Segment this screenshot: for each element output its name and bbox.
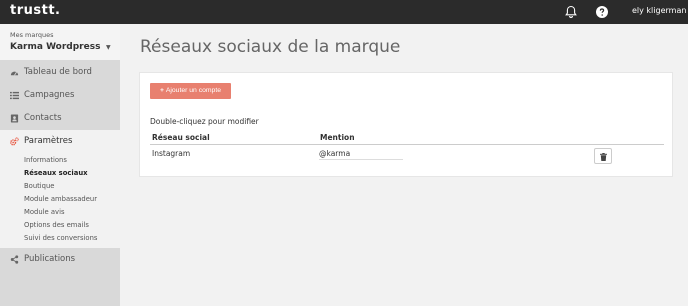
column-header-mention: Mention [320, 133, 355, 142]
user-name: ely kligerman [632, 6, 687, 15]
brand-caption: Mes marques [10, 31, 54, 39]
settings-submenu: Informations Réseaux sociaux Boutique Mo… [0, 153, 120, 248]
network-cell: Instagram [152, 149, 191, 158]
sidebar-item-label: Contacts [24, 113, 62, 123]
submenu-item-shop[interactable]: Boutique [24, 182, 55, 190]
submenu-item-conversion-tracking[interactable]: Suivi des conversions [24, 234, 97, 242]
gears-icon [10, 137, 19, 146]
sidebar-item-label: Campagnes [24, 90, 75, 100]
sidebar-item-publications[interactable]: Publications [0, 248, 120, 271]
add-account-button[interactable]: + Ajouter un compte [150, 83, 231, 99]
sidebar-item-label: Publications [24, 254, 76, 264]
page-title: Réseaux sociaux de la marque [140, 37, 401, 57]
submenu-item-social-networks[interactable]: Réseaux sociaux [24, 169, 88, 177]
social-accounts-panel: + Ajouter un compte Double-cliquez pour … [139, 72, 673, 177]
app-logo[interactable]: trustt. [10, 3, 61, 18]
add-account-label: Ajouter un compte [165, 87, 222, 94]
question-circle-icon[interactable] [596, 6, 608, 18]
sidebar-item-campaigns[interactable]: Campagnes [0, 84, 120, 107]
mention-field[interactable] [319, 147, 403, 160]
bell-icon[interactable] [564, 5, 578, 19]
brand-name: Karma Wordpress [10, 42, 101, 52]
submenu-item-ambassador-module[interactable]: Module ambassadeur [24, 195, 97, 203]
user-menu[interactable]: ely kligerman▼ [632, 6, 688, 15]
sidebar-item-label: Paramètres [24, 136, 73, 146]
edit-hint: Double-cliquez pour modifier [150, 117, 259, 126]
delete-button[interactable] [594, 148, 612, 164]
sidebar-item-dashboard[interactable]: Tableau de bord [0, 61, 120, 84]
top-bar: trustt. ely kligerman▼ [0, 0, 688, 24]
brand-selector[interactable]: Mes marques Karma Wordpress ▼ [0, 24, 120, 60]
submenu-item-reviews-module[interactable]: Module avis [24, 208, 65, 216]
trash-icon [600, 153, 607, 161]
submenu-item-informations[interactable]: Informations [24, 156, 67, 164]
sidebar-item-settings[interactable]: Paramètres [0, 130, 120, 153]
list-icon [10, 91, 19, 100]
address-book-icon [10, 114, 19, 123]
sidebar-item-contacts[interactable]: Contacts [0, 107, 120, 130]
sidebar: Mes marques Karma Wordpress ▼ Tableau de… [0, 24, 120, 306]
column-header-network: Réseau social [152, 133, 210, 142]
tachometer-icon [10, 71, 19, 76]
chevron-down-icon: ▼ [106, 44, 111, 51]
table-header-divider [150, 144, 664, 145]
sidebar-item-label: Tableau de bord [24, 67, 92, 77]
submenu-item-email-options[interactable]: Options des emails [24, 221, 89, 229]
share-icon [10, 255, 19, 264]
